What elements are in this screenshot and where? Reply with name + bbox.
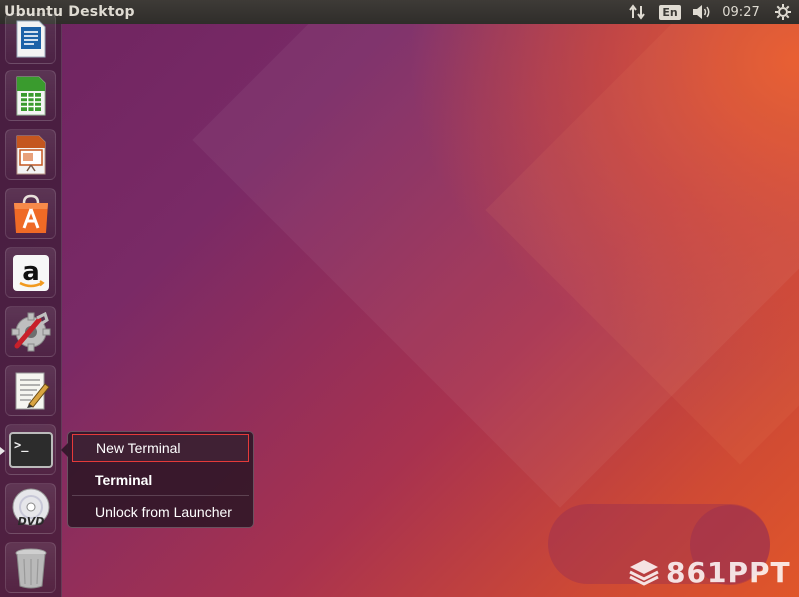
launcher: a >_ DVD: [0, 13, 62, 597]
amazon-icon: a: [12, 254, 49, 291]
text-editor-icon: [15, 372, 50, 409]
quicklist-item-new-terminal[interactable]: New Terminal: [72, 434, 249, 462]
software-center-icon: [13, 194, 48, 233]
launcher-item-dvd[interactable]: DVD: [5, 483, 56, 534]
session-indicator[interactable]: [767, 0, 799, 24]
keyboard-layout-label: En: [659, 4, 681, 20]
svg-text:a: a: [22, 257, 40, 287]
launcher-item-calc[interactable]: [5, 70, 56, 121]
layers-icon: [629, 560, 659, 586]
writer-icon: [16, 20, 45, 57]
launcher-item-text-editor[interactable]: [5, 365, 56, 416]
clock[interactable]: 09:27: [715, 0, 767, 24]
terminal-quicklist: New Terminal Terminal Unlock from Launch…: [61, 431, 254, 528]
launcher-item-software[interactable]: [5, 188, 56, 239]
launcher-item-terminal[interactable]: >_: [5, 424, 56, 475]
calc-icon: [16, 76, 45, 115]
keyboard-indicator[interactable]: En: [651, 0, 689, 24]
network-updown-icon: [629, 4, 645, 20]
settings-icon: [11, 311, 50, 351]
quicklist-separator: [72, 495, 249, 496]
terminal-icon: >_: [8, 431, 53, 468]
network-indicator[interactable]: [625, 0, 651, 24]
svg-text:>_: >_: [14, 438, 29, 453]
launcher-item-trash[interactable]: [5, 542, 56, 593]
quicklist-item-unlock[interactable]: Unlock from Launcher: [72, 498, 249, 526]
impress-icon: [16, 135, 45, 174]
watermark-text: 861PPT: [666, 555, 791, 589]
gear-icon: [775, 4, 791, 20]
top-panel: Ubuntu Desktop En 09:27: [0, 0, 799, 24]
quicklist-arrow: [61, 443, 68, 457]
launcher-item-writer[interactable]: [5, 13, 56, 64]
indicator-area: En 09:27: [625, 0, 799, 24]
launcher-item-settings[interactable]: [5, 306, 56, 357]
trash-icon: [15, 548, 46, 588]
dvd-icon: DVD: [12, 488, 49, 528]
launcher-item-impress[interactable]: [5, 129, 56, 180]
svg-text:DVD: DVD: [17, 515, 44, 528]
launcher-item-amazon[interactable]: a: [5, 247, 56, 298]
quicklist-item-terminal[interactable]: Terminal: [72, 466, 249, 494]
speaker-icon: [693, 5, 710, 19]
sound-indicator[interactable]: [689, 0, 715, 24]
watermark: 861PPT: [628, 555, 791, 589]
